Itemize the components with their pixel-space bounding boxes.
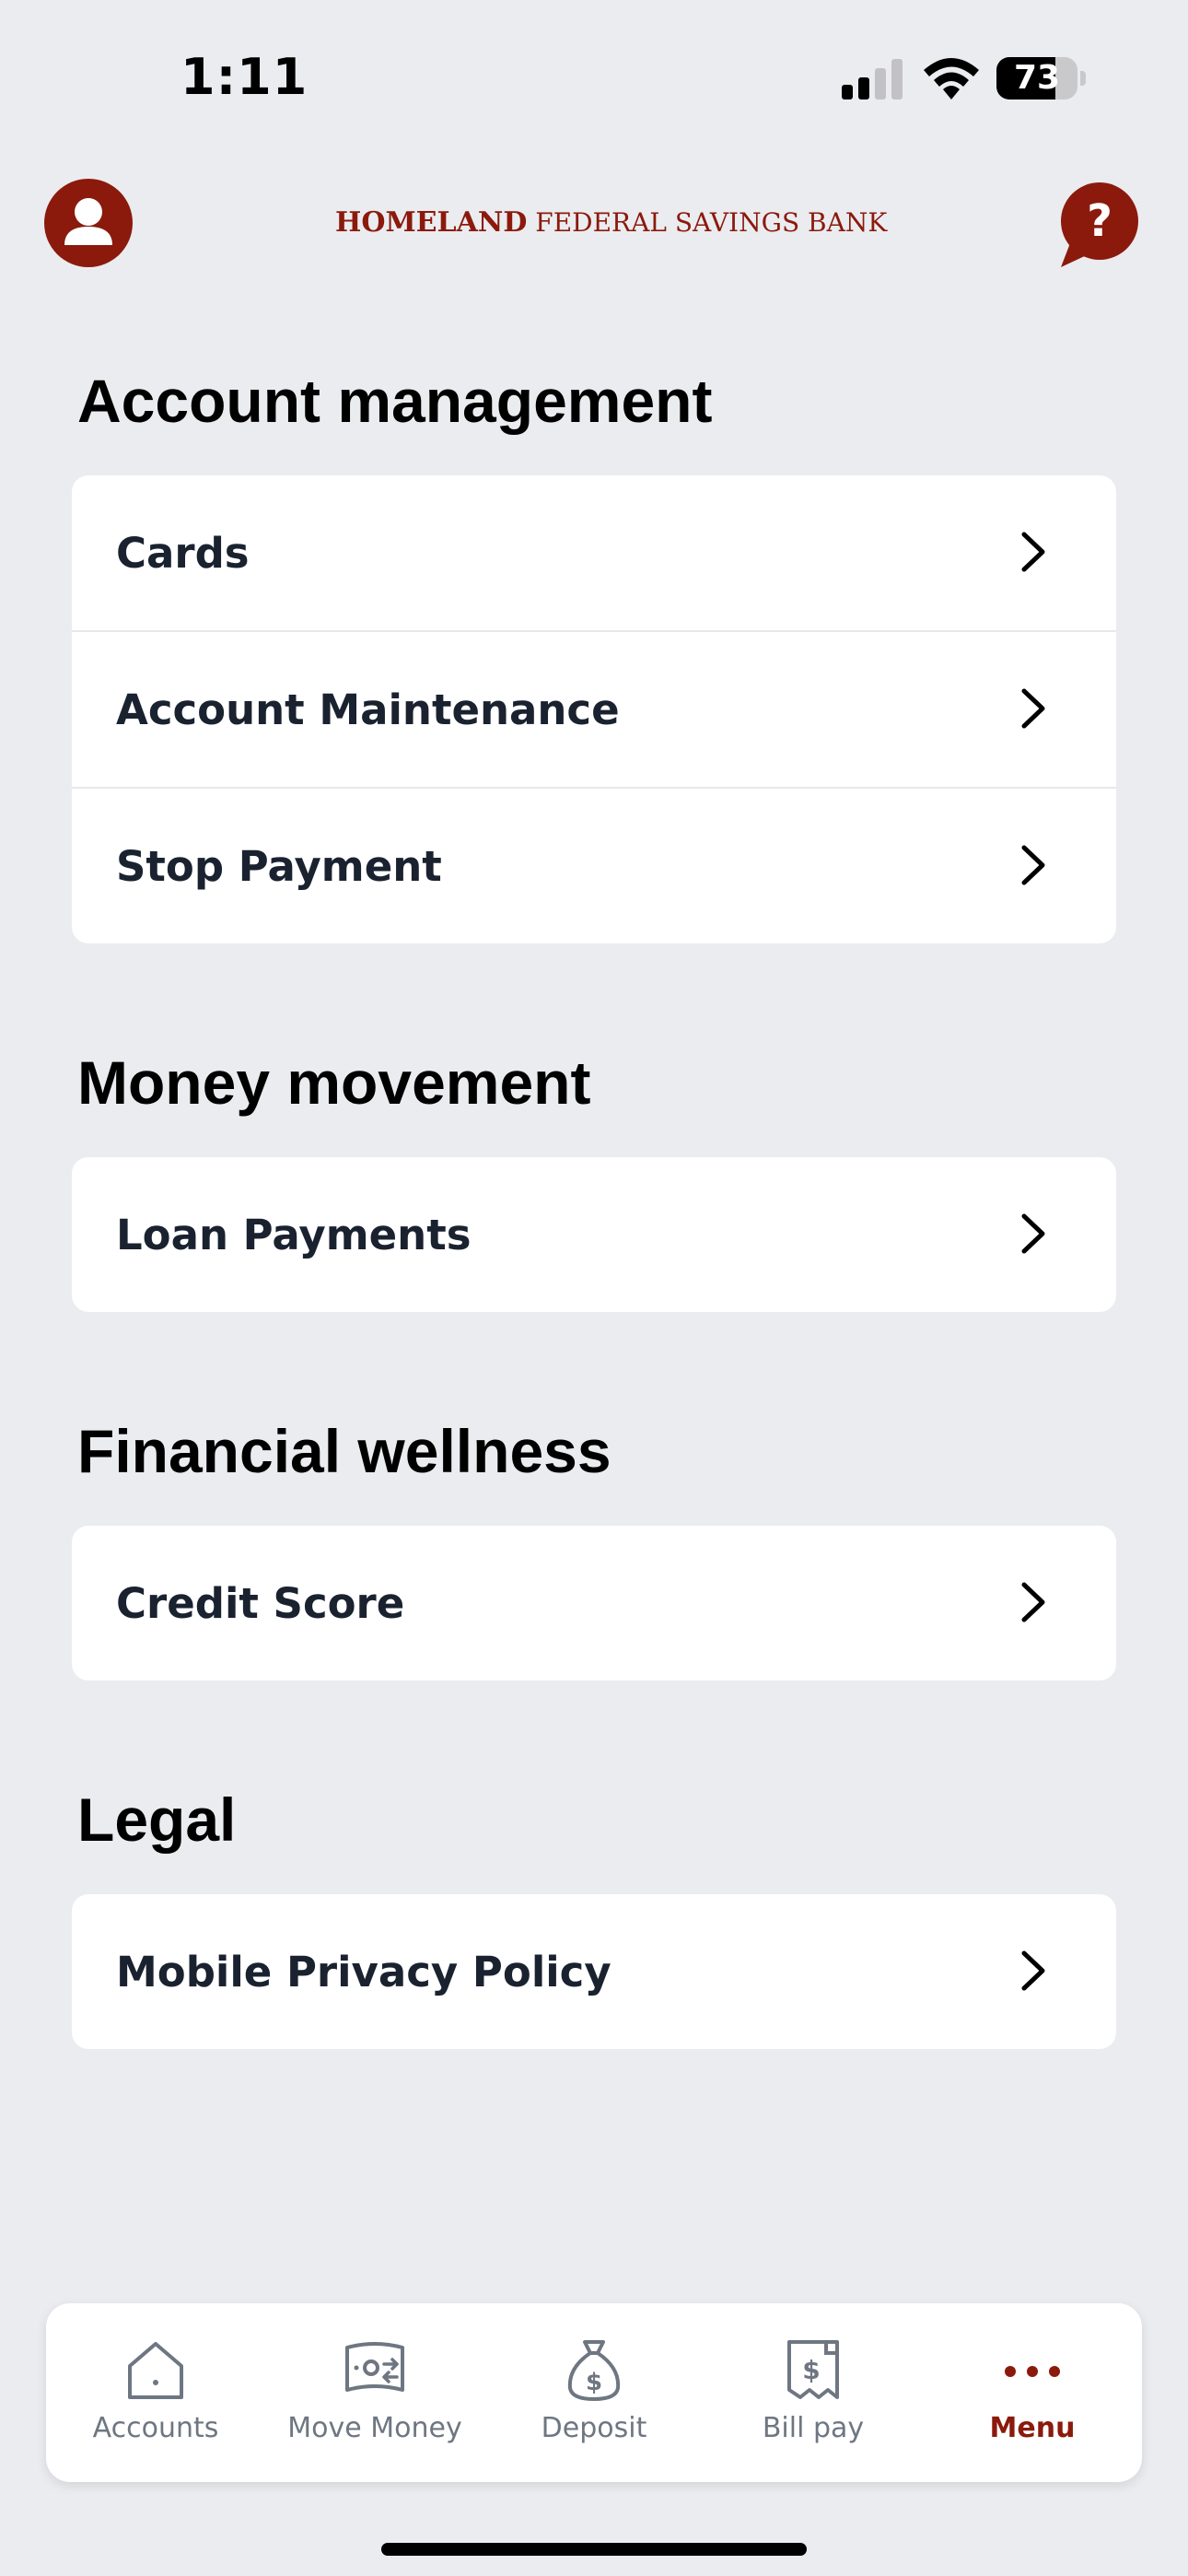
wifi-icon <box>921 57 982 105</box>
menu-card-legal: Mobile Privacy Policy <box>72 1894 1116 2049</box>
menu-item-label: Loan Payments <box>116 1210 472 1259</box>
chevron-right-icon <box>1021 532 1045 572</box>
chevron-right-icon <box>1021 1582 1045 1622</box>
menu-item-credit-score[interactable]: Credit Score <box>72 1526 1116 1680</box>
home-indicator <box>381 2543 807 2556</box>
section-title-account-management: Account management <box>77 367 713 435</box>
tab-label: Deposit <box>541 2412 647 2444</box>
tab-accounts[interactable]: Accounts <box>46 2303 265 2482</box>
tab-deposit[interactable]: $ Deposit <box>484 2303 704 2482</box>
bank-logo: HOMELAND FEDERAL SAVINGS BANK <box>335 206 887 239</box>
menu-item-stop-payment[interactable]: Stop Payment <box>72 787 1116 943</box>
menu-item-label: Credit Score <box>116 1578 405 1628</box>
tab-label: Bill pay <box>762 2412 865 2444</box>
menu-card-financial-wellness: Credit Score <box>72 1526 1116 1680</box>
tab-label: Move Money <box>287 2412 462 2444</box>
menu-item-label: Mobile Privacy Policy <box>116 1947 611 1996</box>
profile-button[interactable] <box>44 179 133 267</box>
tab-label: Accounts <box>92 2412 219 2444</box>
help-chat-icon: ? <box>1061 182 1138 267</box>
cellular-signal-icon <box>842 59 906 103</box>
section-title-money-movement: Money movement <box>77 1048 591 1117</box>
house-icon <box>128 2342 183 2399</box>
menu-item-cards[interactable]: Cards <box>72 475 1116 630</box>
user-icon <box>64 198 112 245</box>
chevron-right-icon <box>1021 845 1045 885</box>
chevron-right-icon <box>1021 1950 1045 1991</box>
money-transfer-icon <box>345 2342 404 2392</box>
brand-name-strong: HOMELAND <box>335 206 528 239</box>
menu-card-money-movement: Loan Payments <box>72 1157 1116 1312</box>
chevron-right-icon <box>1021 688 1045 729</box>
more-dots-icon <box>1005 2366 1060 2377</box>
svg-text:?: ? <box>1087 195 1112 247</box>
menu-item-account-maintenance[interactable]: Account Maintenance <box>72 630 1116 787</box>
menu-item-label: Cards <box>116 528 250 578</box>
tab-move-money[interactable]: Move Money <box>265 2303 484 2482</box>
money-bag-icon: $ <box>567 2340 621 2401</box>
menu-item-loan-payments[interactable]: Loan Payments <box>72 1157 1116 1312</box>
menu-content: Account management Cards Account Mainten… <box>72 350 1116 2137</box>
tab-bill-pay[interactable]: $ Bill pay <box>704 2303 923 2482</box>
svg-text:$: $ <box>586 2369 602 2396</box>
help-button[interactable]: ? <box>1057 182 1142 271</box>
tab-label: Menu <box>989 2412 1076 2444</box>
tab-menu[interactable]: Menu <box>923 2303 1142 2482</box>
battery-level: 73 <box>1013 59 1061 97</box>
app-header: HOMELAND FEDERAL SAVINGS BANK ? <box>0 175 1188 276</box>
menu-item-mobile-privacy-policy[interactable]: Mobile Privacy Policy <box>72 1894 1116 2049</box>
receipt-dollar-icon: $ <box>787 2340 839 2399</box>
menu-card-account-management: Cards Account Maintenance Stop Payment <box>72 475 1116 943</box>
status-bar: 1:11 73 <box>0 0 1188 157</box>
menu-item-label: Stop Payment <box>116 841 442 891</box>
section-title-legal: Legal <box>77 1786 237 1854</box>
status-time: 1:11 <box>181 48 309 106</box>
menu-item-label: Account Maintenance <box>116 685 620 734</box>
bottom-tab-bar: Accounts Move Money $ Deposit $ Bill pay <box>46 2303 1142 2482</box>
section-title-financial-wellness: Financial wellness <box>77 1417 611 1485</box>
chevron-right-icon <box>1021 1213 1045 1254</box>
svg-text:$: $ <box>802 2355 820 2385</box>
battery-indicator: 73 <box>996 57 1086 100</box>
brand-name-light: FEDERAL SAVINGS BANK <box>527 207 888 238</box>
